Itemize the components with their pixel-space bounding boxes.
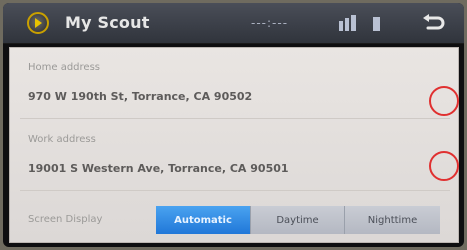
title-bar: My Scout ---:---	[3, 3, 464, 44]
screen-display-option-nighttime[interactable]: Nighttime	[344, 206, 440, 234]
signal-bar-icon	[345, 18, 349, 31]
divider	[20, 190, 450, 191]
scout-app-window: My Scout ---:--- Home address 970 W 190t…	[3, 3, 464, 247]
home-address-label: Home address	[28, 62, 100, 73]
scout-logo-icon	[27, 12, 49, 34]
screen-display-option-daytime[interactable]: Daytime	[250, 206, 344, 234]
work-address-label: Work address	[28, 134, 96, 145]
home-address-value[interactable]: 970 W 190th St, Torrance, CA 90502	[28, 90, 252, 103]
signal-bar-icon	[351, 15, 356, 31]
back-arrow-icon	[423, 14, 445, 30]
work-address-edit-target[interactable]	[429, 151, 459, 181]
divider	[20, 118, 450, 119]
back-button[interactable]	[413, 9, 453, 37]
screen-display-option-automatic[interactable]: Automatic	[156, 206, 250, 234]
home-address-edit-target[interactable]	[429, 86, 459, 116]
battery-icon	[373, 17, 380, 31]
app-title: My Scout	[65, 13, 150, 32]
signal-bar-icon	[339, 21, 343, 31]
screen-display-label: Screen Display	[28, 214, 103, 225]
settings-panel: Home address 970 W 190th St, Torrance, C…	[9, 47, 459, 243]
status-time-placeholder: ---:---	[251, 16, 289, 30]
work-address-value[interactable]: 19001 S Western Ave, Torrance, CA 90501	[28, 162, 289, 175]
